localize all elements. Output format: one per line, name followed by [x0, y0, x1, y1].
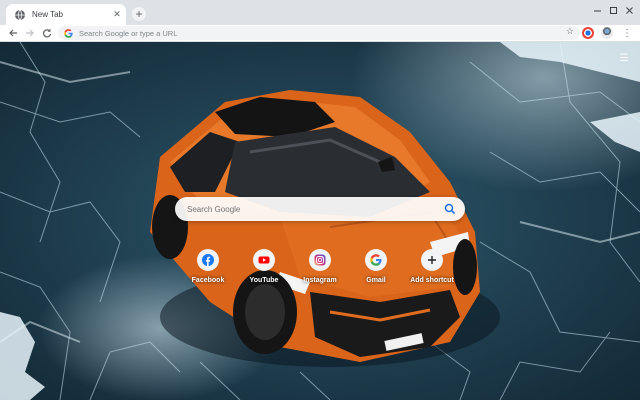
shortcut-gmail[interactable]: Gmail — [348, 249, 404, 284]
shortcut-add[interactable]: Add shortcut — [404, 249, 460, 284]
shortcuts-grid: Facebook YouTube Instagram Gmail Add sho… — [180, 249, 460, 299]
shortcut-icon-wrap — [421, 249, 443, 271]
tab-title: New Tab — [32, 10, 63, 19]
globe-icon — [15, 9, 25, 20]
back-arrow-icon — [9, 29, 17, 37]
hamburger-icon: ☰ — [619, 52, 629, 64]
shortcut-youtube[interactable]: YouTube — [236, 249, 292, 284]
reload-icon — [42, 28, 52, 38]
bookmark-star-icon[interactable]: ☆ — [566, 26, 574, 37]
shortcut-label: Add shortcut — [410, 277, 454, 284]
search-icon[interactable] — [444, 203, 456, 215]
tab-new-tab[interactable]: New Tab ✕ — [6, 4, 126, 25]
omnibox[interactable]: Search Google or type a URL ☆ — [58, 26, 580, 40]
plus-icon — [428, 256, 436, 264]
extension-icon[interactable] — [582, 27, 594, 39]
instagram-icon — [314, 254, 326, 266]
back-button[interactable] — [6, 26, 20, 40]
google-icon — [370, 254, 382, 266]
google-icon — [64, 28, 73, 38]
shortcut-label: Gmail — [366, 277, 386, 284]
close-icon[interactable]: ✕ — [110, 8, 124, 22]
youtube-icon — [258, 256, 270, 264]
omnibox-placeholder: Search Google or type a URL — [79, 28, 178, 38]
car-wallpaper-image — [150, 90, 500, 367]
shortcut-icon-wrap — [197, 249, 219, 271]
shortcut-label: YouTube — [249, 277, 279, 284]
reload-button[interactable] — [40, 26, 54, 40]
shortcut-label: Facebook — [191, 277, 225, 284]
shortcut-icon-wrap — [309, 249, 331, 271]
browser-menu-button[interactable]: ⋮ — [620, 26, 634, 40]
close-window-icon — [625, 6, 633, 14]
shortcut-icon-wrap — [365, 249, 387, 271]
new-tab-button[interactable]: + — [132, 7, 146, 21]
shortcut-label: Instagram — [303, 277, 337, 284]
forward-button[interactable] — [23, 26, 37, 40]
vertical-dots-icon: ⋮ — [622, 27, 632, 39]
new-tab-page: ☰ Search Google Facebook YouTube Instagr… — [0, 42, 640, 400]
forward-arrow-icon — [26, 29, 34, 37]
google-search-box[interactable]: Search Google — [175, 197, 465, 221]
tab-strip: New Tab ✕ + — [0, 0, 640, 25]
shortcut-facebook[interactable]: Facebook — [180, 249, 236, 284]
plus-icon: + — [135, 7, 143, 21]
minimize-button[interactable] — [590, 3, 604, 17]
customize-menu-button[interactable]: ☰ — [618, 52, 630, 64]
profile-avatar-icon[interactable] — [601, 27, 613, 39]
shortcut-instagram[interactable]: Instagram — [292, 249, 348, 284]
browser-toolbar: Search Google or type a URL ☆ ⋮ — [0, 25, 640, 42]
minimize-icon — [593, 10, 601, 11]
facebook-icon — [202, 254, 214, 266]
search-placeholder: Search Google — [187, 204, 241, 214]
maximize-button[interactable] — [606, 3, 620, 17]
shortcut-icon-wrap — [253, 249, 275, 271]
maximize-icon — [609, 6, 617, 14]
close-window-button[interactable] — [622, 3, 636, 17]
